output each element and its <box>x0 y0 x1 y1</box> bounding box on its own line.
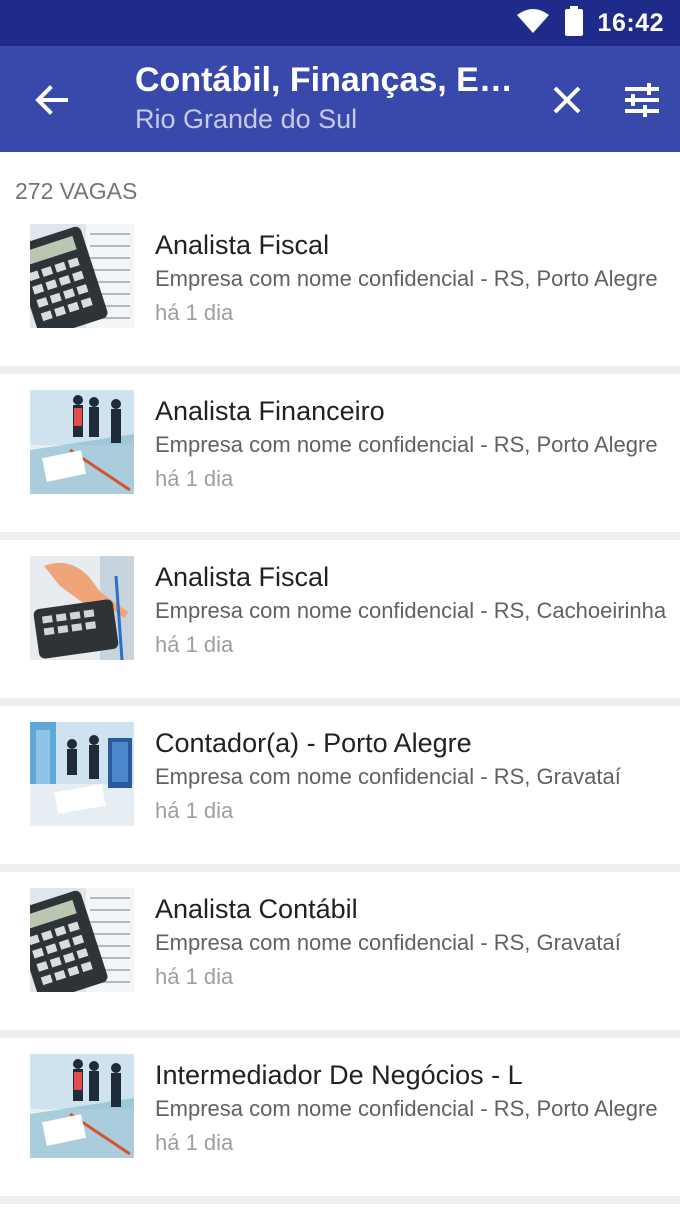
app-bar-titles: Contábil, Finanças, Economia Rio Grande … <box>135 60 525 136</box>
back-arrow-icon <box>35 85 68 115</box>
job-posted-date: há 1 dia <box>155 1130 234 1155</box>
job-company: Empresa com nome confidencial - RS, Port… <box>155 1096 658 1121</box>
job-title: Analista Financeiro <box>155 396 385 426</box>
job-thumbnail <box>30 390 134 494</box>
job-company: Empresa com nome confidencial - RS, Grav… <box>155 764 621 789</box>
job-title: Analista Fiscal <box>155 230 330 260</box>
job-thumbnail <box>30 556 134 660</box>
back-button[interactable] <box>30 78 74 122</box>
job-thumbnail <box>30 1054 134 1158</box>
job-list-item[interactable]: Analista Contábil Empresa com nome confi… <box>0 872 680 1030</box>
job-posted-date: há 1 dia <box>155 798 234 823</box>
job-company: Empresa com nome confidencial - RS, Cach… <box>155 598 667 623</box>
page-title: Contábil, Finanças, Economia <box>135 61 525 99</box>
job-posted-date: há 1 dia <box>155 466 234 491</box>
page-subtitle: Rio Grande do Sul <box>135 104 358 134</box>
job-posted-date: há 1 dia <box>155 632 234 657</box>
job-title: Analista Contábil <box>155 894 358 924</box>
job-thumbnail <box>30 722 134 826</box>
filter-button[interactable] <box>620 78 664 122</box>
job-list-item[interactable]: Contador(a) - Porto Alegre Empresa com n… <box>0 706 680 864</box>
results-count: 272 VAGAS <box>0 152 680 208</box>
filter-icon <box>625 83 659 117</box>
job-title: Intermediador De Negócios - L <box>155 1060 523 1090</box>
job-list-item[interactable]: Analista Financeiro Empresa com nome con… <box>0 374 680 532</box>
close-icon <box>553 86 581 114</box>
job-list: 272 VAGAS Analista Fiscal Empresa com no… <box>0 152 680 1204</box>
job-list-item[interactable]: Analista Fiscal Empresa com nome confide… <box>0 208 680 366</box>
job-title: Contador(a) - Porto Alegre <box>155 728 472 758</box>
job-company: Empresa com nome confidencial - RS, Port… <box>155 432 658 457</box>
status-bar: 16:42 <box>0 0 680 46</box>
job-posted-date: há 1 dia <box>155 300 234 325</box>
job-company: Empresa com nome confidencial - RS, Port… <box>155 266 658 291</box>
app-bar: Contábil, Finanças, Economia Rio Grande … <box>0 46 680 152</box>
job-thumbnail <box>30 888 134 992</box>
job-company: Empresa com nome confidencial - RS, Grav… <box>155 930 621 955</box>
job-posted-date: há 1 dia <box>155 964 234 989</box>
battery-icon <box>564 5 584 41</box>
job-thumbnail <box>30 224 134 328</box>
job-list-item[interactable]: Analista Fiscal Empresa com nome confide… <box>0 540 680 698</box>
clear-search-button[interactable] <box>545 78 589 122</box>
job-list-item[interactable]: Intermediador De Negócios - L Empresa co… <box>0 1038 680 1196</box>
status-time: 16:42 <box>597 8 664 37</box>
wifi-icon <box>516 7 550 40</box>
job-title: Analista Fiscal <box>155 562 330 592</box>
